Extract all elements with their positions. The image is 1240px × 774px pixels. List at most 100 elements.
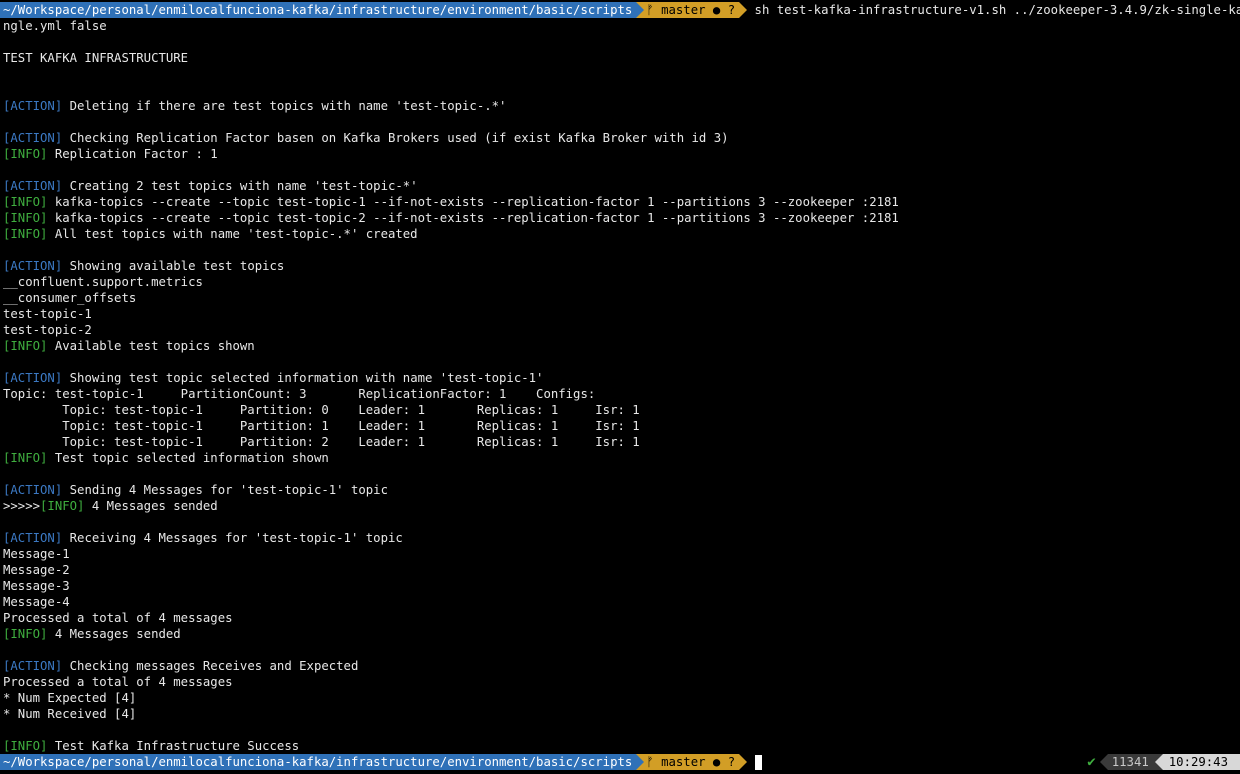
output-line: Topic: test-topic-1 Partition: 0 Leader:… bbox=[0, 402, 1240, 418]
git-status-segment: ᚠ master ● ? bbox=[644, 754, 740, 770]
output-line: test-topic-1 bbox=[0, 306, 1240, 322]
log-line-action: [ACTION] Creating 2 test topics with nam… bbox=[0, 178, 1240, 194]
output-line: test-topic-2 bbox=[0, 322, 1240, 338]
action-tag: [ACTION] bbox=[3, 179, 63, 193]
line-text: Available test topics shown bbox=[47, 339, 255, 353]
line-text: Message-4 bbox=[3, 595, 70, 609]
line-text: Message-3 bbox=[3, 579, 70, 593]
prompt-separator-icon bbox=[739, 2, 748, 18]
prompt-line: ~/Workspace/personal/enmilocalfunciona-k… bbox=[0, 2, 1240, 18]
output-line: __consumer_offsets bbox=[0, 290, 1240, 306]
info-tag: [INFO] bbox=[3, 147, 48, 161]
line-text: * Num Received [4] bbox=[3, 707, 137, 721]
line-text: Processed a total of 4 messages bbox=[3, 675, 233, 689]
action-tag: [ACTION] bbox=[3, 131, 63, 145]
action-tag: [ACTION] bbox=[3, 371, 63, 385]
git-branch-icon: ᚠ bbox=[646, 755, 654, 769]
log-line-action: [ACTION] Checking messages Receives and … bbox=[0, 658, 1240, 674]
line-text: All test topics with name 'test-topic-.*… bbox=[47, 227, 418, 241]
output-line: Message-2 bbox=[0, 562, 1240, 578]
log-line-info: [INFO] All test topics with name 'test-t… bbox=[0, 226, 1240, 242]
output-line: TEST KAFKA INFRASTRUCTURE bbox=[0, 50, 1240, 66]
clock-time: 10:29:43 bbox=[1162, 754, 1240, 770]
log-line-info: [INFO] Replication Factor : 1 bbox=[0, 146, 1240, 162]
log-line-info: [INFO] kafka-topics --create --topic tes… bbox=[0, 210, 1240, 226]
line-text: Topic: test-topic-1 Partition: 1 Leader:… bbox=[3, 419, 640, 433]
current-prompt-line[interactable]: ~/Workspace/personal/enmilocalfunciona-k… bbox=[0, 754, 1240, 770]
git-status-segment: ᚠ master ● ? bbox=[644, 2, 740, 18]
log-line-action: [ACTION] Receiving 4 Messages for 'test-… bbox=[0, 530, 1240, 546]
line-text: __confluent.support.metrics bbox=[3, 275, 203, 289]
line-text: TEST KAFKA INFRASTRUCTURE bbox=[3, 51, 189, 65]
line-text: test-topic-2 bbox=[3, 323, 92, 337]
line-text: 4 Messages sended bbox=[84, 499, 218, 513]
log-line-action: [ACTION] Showing available test topics bbox=[0, 258, 1240, 274]
line-text: Deleting if there are test topics with n… bbox=[62, 99, 507, 113]
log-line-info: [INFO] 4 Messages sended bbox=[0, 626, 1240, 642]
line-text: Test Kafka Infrastructure Success bbox=[47, 739, 300, 753]
line-text: Message-2 bbox=[3, 563, 70, 577]
line-text: * Num Expected [4] bbox=[3, 691, 137, 705]
terminal-window[interactable]: ~/Workspace/personal/enmilocalfunciona-k… bbox=[0, 2, 1240, 770]
prompt-path: ~/Workspace/personal/enmilocalfunciona-k… bbox=[0, 754, 637, 770]
action-tag: [ACTION] bbox=[3, 483, 63, 497]
prompt-separator-icon bbox=[739, 754, 748, 770]
info-tag: [INFO] bbox=[3, 739, 48, 753]
action-tag: [ACTION] bbox=[3, 259, 63, 273]
output-line: Topic: test-topic-1 Partition: 2 Leader:… bbox=[0, 434, 1240, 450]
history-number: 11341 bbox=[1107, 754, 1155, 770]
line-text: Creating 2 test topics with name 'test-t… bbox=[62, 179, 418, 193]
git-branch-icon: ᚠ bbox=[646, 3, 654, 17]
line-text: 4 Messages sended bbox=[47, 627, 181, 641]
info-tag: [INFO] bbox=[3, 451, 48, 465]
git-status-text: master ● ? bbox=[661, 3, 736, 17]
line-text: __consumer_offsets bbox=[3, 291, 137, 305]
line-text: Message-1 bbox=[3, 547, 70, 561]
command-output: TEST KAFKA INFRASTRUCTURE [ACTION] Deleti… bbox=[0, 50, 1240, 754]
line-text: Showing available test topics bbox=[62, 259, 285, 273]
line-text: Checking messages Receives and Expected bbox=[62, 659, 359, 673]
action-tag: [ACTION] bbox=[3, 99, 63, 113]
log-line-action: [ACTION] Showing test topic selected inf… bbox=[0, 370, 1240, 386]
line-text: Topic: test-topic-1 PartitionCount: 3 Re… bbox=[3, 387, 596, 401]
line-text: kafka-topics --create --topic test-topic… bbox=[47, 211, 899, 225]
line-text: Topic: test-topic-1 Partition: 0 Leader:… bbox=[3, 403, 640, 417]
log-line-action: [ACTION] Sending 4 Messages for 'test-to… bbox=[0, 482, 1240, 498]
info-tag: [INFO] bbox=[3, 627, 48, 641]
command-text: sh test-kafka-infrastructure-v1.sh ../zo… bbox=[754, 3, 1240, 17]
line-text: Test topic selected information shown bbox=[47, 451, 329, 465]
info-tag: [INFO] bbox=[3, 211, 48, 225]
log-line-info: [INFO] kafka-topics --create --topic tes… bbox=[0, 194, 1240, 210]
output-line: Processed a total of 4 messages bbox=[0, 674, 1240, 690]
output-line: Message-3 bbox=[0, 578, 1240, 594]
line-text: Topic: test-topic-1 Partition: 2 Leader:… bbox=[3, 435, 640, 449]
prompt-separator-icon bbox=[636, 754, 645, 770]
line-text: Sending 4 Messages for 'test-topic-1' to… bbox=[62, 483, 388, 497]
log-line-info: [INFO] Available test topics shown bbox=[0, 338, 1240, 354]
success-check-icon: ✔ bbox=[1087, 754, 1096, 770]
line-text: Replication Factor : 1 bbox=[47, 147, 218, 161]
action-tag: [ACTION] bbox=[3, 531, 63, 545]
output-line: Processed a total of 4 messages bbox=[0, 610, 1240, 626]
line-text: Processed a total of 4 messages bbox=[3, 611, 233, 625]
text-cursor[interactable] bbox=[754, 755, 762, 770]
info-tag: [INFO] bbox=[40, 499, 85, 513]
output-line: Topic: test-topic-1 Partition: 1 Leader:… bbox=[0, 418, 1240, 434]
line-text: Showing test topic selected information … bbox=[62, 371, 544, 385]
log-line-action: [ACTION] Deleting if there are test topi… bbox=[0, 98, 1240, 114]
right-prompt: ✔ 11341 10:29:43 bbox=[1087, 754, 1240, 770]
action-tag: [ACTION] bbox=[3, 659, 63, 673]
command-text-wrap: ngle.yml false bbox=[3, 19, 107, 33]
output-line: * Num Expected [4] bbox=[0, 690, 1240, 706]
info-tag: [INFO] bbox=[3, 339, 48, 353]
output-line: Message-1 bbox=[0, 546, 1240, 562]
